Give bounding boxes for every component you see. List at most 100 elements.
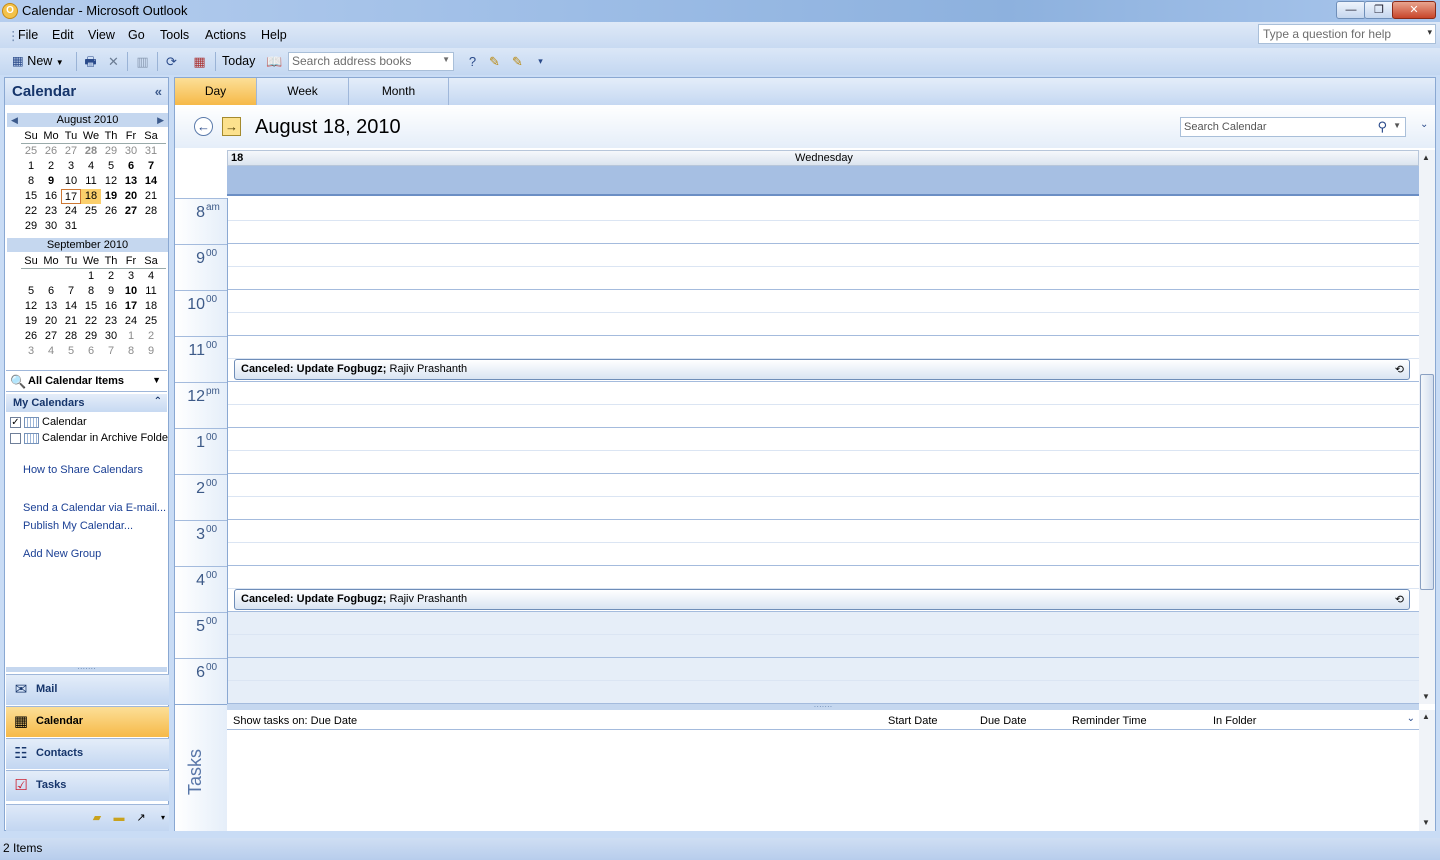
new-dropdown-icon[interactable]: ▼ bbox=[56, 58, 64, 67]
mini-calendar-day[interactable]: 14 bbox=[61, 299, 81, 314]
mini-calendar-day[interactable]: 5 bbox=[61, 344, 81, 359]
mini-calendar-day[interactable]: 30 bbox=[101, 329, 121, 344]
today-button[interactable]: Today bbox=[222, 54, 255, 68]
menu-view[interactable]: View bbox=[88, 28, 115, 42]
minimize-button[interactable]: — bbox=[1336, 1, 1366, 19]
calendar-item[interactable]: Calendar in Archive Folders bbox=[10, 432, 168, 447]
mini-calendar-day[interactable]: 19 bbox=[101, 189, 121, 204]
mini-calendar-day[interactable]: 9 bbox=[101, 284, 121, 299]
mini-calendar-day[interactable]: 18 bbox=[81, 189, 101, 204]
search-options-icon[interactable]: ▼ bbox=[1393, 121, 1401, 130]
mini-calendar-day[interactable]: 11 bbox=[81, 174, 101, 189]
mini-calendar-day[interactable]: 6 bbox=[81, 344, 101, 359]
mini-calendar-day[interactable]: 3 bbox=[21, 344, 41, 359]
calendar-checkbox[interactable]: ✓ bbox=[10, 416, 21, 428]
mini-calendar-day[interactable]: 27 bbox=[61, 144, 81, 159]
menu-file[interactable]: File bbox=[18, 28, 38, 42]
column-start-date[interactable]: Start Date bbox=[888, 715, 938, 727]
menu-go[interactable]: Go bbox=[128, 28, 145, 42]
tab-day[interactable]: Day bbox=[175, 78, 257, 105]
nav-mail-button[interactable]: ✉ Mail bbox=[6, 674, 169, 705]
mini-calendar-day[interactable]: 31 bbox=[141, 144, 161, 159]
notes-icon[interactable]: ▰ bbox=[90, 812, 104, 824]
outlook-app-icon[interactable]: O bbox=[2, 3, 18, 19]
time-slot[interactable] bbox=[228, 267, 1419, 290]
mini-calendar-day[interactable]: 27 bbox=[121, 204, 141, 219]
time-slot[interactable] bbox=[228, 635, 1419, 658]
time-slot[interactable] bbox=[228, 497, 1419, 520]
mini-calendar-day[interactable]: 29 bbox=[21, 219, 41, 234]
mini-calendar-day[interactable]: 23 bbox=[41, 204, 61, 219]
mini-calendar-day[interactable]: 28 bbox=[81, 144, 101, 159]
nav-contacts-button[interactable]: ☷ Contacts bbox=[6, 738, 169, 769]
mini-calendar-day[interactable]: 26 bbox=[21, 329, 41, 344]
mini-calendar-day[interactable]: 15 bbox=[81, 299, 101, 314]
appointment[interactable]: Canceled: Update Fogbugz; Rajiv Prashant… bbox=[234, 589, 1410, 610]
shortcuts-icon[interactable]: ↗ bbox=[134, 812, 148, 824]
menu-help[interactable]: Help bbox=[261, 28, 287, 42]
time-slot[interactable] bbox=[228, 543, 1419, 566]
mini-calendar-day[interactable]: 25 bbox=[21, 144, 41, 159]
time-slot[interactable] bbox=[228, 244, 1419, 267]
time-slot[interactable] bbox=[228, 382, 1419, 405]
mini-calendar-day[interactable]: 2 bbox=[41, 159, 61, 174]
mini-calendar-day[interactable]: 5 bbox=[101, 159, 121, 174]
scroll-down-icon[interactable]: ▼ bbox=[1422, 818, 1430, 827]
mini-calendar-day[interactable]: 9 bbox=[141, 344, 161, 359]
tab-month[interactable]: Month bbox=[349, 78, 449, 105]
mini-calendar-day[interactable]: 16 bbox=[101, 299, 121, 314]
menu-actions[interactable]: Actions bbox=[205, 28, 246, 42]
next-month-icon[interactable]: ▶ bbox=[157, 113, 164, 127]
mini-calendar-day[interactable]: 4 bbox=[81, 159, 101, 174]
collapse-section-icon[interactable]: ⌃ bbox=[154, 396, 162, 407]
mini-calendar-day[interactable]: 26 bbox=[101, 204, 121, 219]
mini-calendar-day[interactable]: 29 bbox=[101, 144, 121, 159]
search-icon[interactable]: ⚲ bbox=[1377, 119, 1387, 135]
time-slot[interactable] bbox=[228, 451, 1419, 474]
time-slot[interactable] bbox=[228, 405, 1419, 428]
publish-calendar-link[interactable]: Publish My Calendar... bbox=[23, 520, 133, 532]
calendar-vertical-scrollbar[interactable]: ▲ ▼ bbox=[1419, 150, 1435, 704]
mini-calendar-day[interactable]: 6 bbox=[41, 284, 61, 299]
mini-calendar-day[interactable]: 1 bbox=[21, 159, 41, 174]
mini-calendar-day[interactable]: 7 bbox=[101, 344, 121, 359]
mini-calendar-day[interactable]: 27 bbox=[41, 329, 61, 344]
mini-calendar-day[interactable]: 29 bbox=[81, 329, 101, 344]
mini-calendar-day[interactable]: 21 bbox=[61, 314, 81, 329]
mini-calendar-day[interactable]: 1 bbox=[81, 269, 101, 284]
mini-calendar-day[interactable]: 5 bbox=[21, 284, 41, 299]
time-slot[interactable] bbox=[228, 658, 1419, 681]
pane-splitter[interactable]: ······· bbox=[6, 665, 167, 673]
mini-calendar-day[interactable]: 20 bbox=[41, 314, 61, 329]
search-calendar-input[interactable]: Search Calendar ⚲ ▼ bbox=[1180, 117, 1406, 137]
mini-calendar-day[interactable]: 12 bbox=[21, 299, 41, 314]
mini-calendar-day[interactable]: 14 bbox=[141, 174, 161, 189]
mini-calendar-day[interactable]: 18 bbox=[141, 299, 161, 314]
close-button[interactable]: ✕ bbox=[1392, 1, 1436, 19]
how-to-share-link[interactable]: How to Share Calendars bbox=[23, 464, 143, 476]
time-slot[interactable] bbox=[228, 428, 1419, 451]
all-calendar-items-dropdown[interactable]: 🔍 All Calendar Items ▼ bbox=[6, 370, 167, 392]
expand-query-builder-icon[interactable]: ⌄ bbox=[1420, 119, 1428, 130]
collapse-pane-icon[interactable]: « bbox=[155, 84, 162, 99]
mini-calendar-day[interactable]: 12 bbox=[101, 174, 121, 189]
mini-calendar-day[interactable]: 4 bbox=[41, 344, 61, 359]
mini-calendar-day[interactable]: 2 bbox=[141, 329, 161, 344]
show-tasks-label[interactable]: Show tasks on: Due Date bbox=[233, 715, 357, 727]
mini-calendar-day[interactable]: 17 bbox=[121, 299, 141, 314]
scroll-down-icon[interactable]: ▼ bbox=[1422, 692, 1430, 701]
chevron-down-icon[interactable]: ▼ bbox=[152, 375, 161, 385]
column-reminder-time[interactable]: Reminder Time bbox=[1072, 715, 1147, 727]
mini-calendar-day[interactable]: 21 bbox=[141, 189, 161, 204]
next-day-button[interactable]: → bbox=[222, 117, 241, 136]
help-question-input[interactable]: Type a question for help ▾ bbox=[1258, 24, 1436, 44]
mini-calendar-day[interactable]: 26 bbox=[41, 144, 61, 159]
mini-calendar-day[interactable]: 7 bbox=[61, 284, 81, 299]
mini-calendar-day[interactable]: 13 bbox=[121, 174, 141, 189]
mini-calendar-day[interactable]: 1 bbox=[121, 329, 141, 344]
mini-calendar-day[interactable]: 24 bbox=[61, 204, 81, 219]
mini-calendar-day[interactable]: 9 bbox=[41, 174, 61, 189]
mini-calendar-day[interactable]: 30 bbox=[121, 144, 141, 159]
collapse-tasks-icon[interactable]: ⌄ bbox=[1407, 713, 1415, 724]
mini-calendar-day[interactable]: 25 bbox=[141, 314, 161, 329]
